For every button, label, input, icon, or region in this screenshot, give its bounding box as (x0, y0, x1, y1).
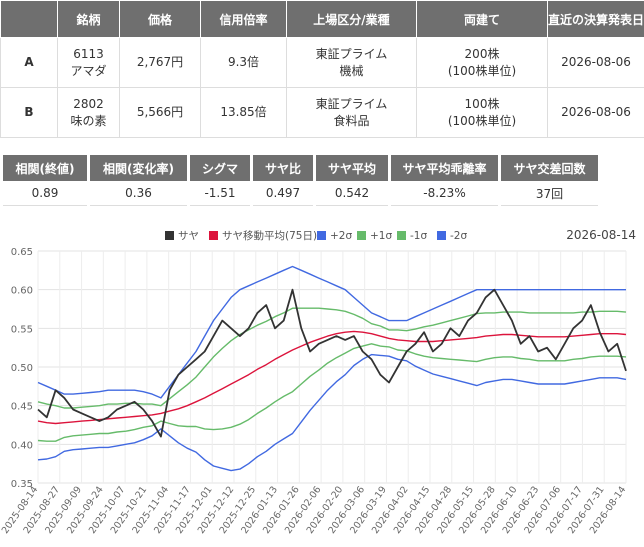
legend-swatch (209, 231, 218, 240)
stat-sigma: -1.51 (187, 181, 253, 206)
legend-label: +2σ (330, 230, 352, 242)
industry-name: 食料品 (333, 113, 370, 128)
stock-name: アマダ (70, 63, 107, 78)
stock-code: 6113 (73, 46, 104, 61)
market-name: 東証プライム (315, 96, 388, 111)
header-margin-ratio: 信用倍率 (200, 0, 287, 38)
row-label: B (0, 87, 58, 138)
header-label (0, 0, 58, 38)
chart-legend: サヤ サヤ移動平均(75日) +2σ +1σ -1σ -2σ (165, 229, 467, 242)
earnings-date-cell: 2026-08-06 (547, 37, 644, 88)
stats-header-row: 相関(終値) 相関(変化率) シグマ サヤ比 サヤ平均 サヤ平均乖離率 サヤ交差… (0, 155, 601, 181)
hedge-unit: (100株単位) (447, 63, 517, 78)
hedge-qty: 200株 (464, 46, 500, 61)
y-tick-label: 0.50 (11, 363, 33, 374)
y-tick-label: 0.65 (11, 247, 33, 258)
legend-label: +1σ (370, 230, 392, 242)
chart-series (37, 265, 627, 472)
legend-label: サヤ移動平均(75日) (222, 229, 317, 242)
earnings-date-cell: 2026-08-06 (547, 87, 644, 138)
legend-swatch (357, 231, 366, 240)
header-market: 上場区分/業種 (286, 0, 417, 38)
hedge-qty: 100株 (464, 96, 500, 111)
legend-label: サヤ (178, 230, 199, 242)
series-line-3 (37, 307, 627, 409)
stat-header-spread-deviation: サヤ平均乖離率 (388, 155, 501, 181)
stats-table: 相関(終値) 相関(変化率) シグマ サヤ比 サヤ平均 サヤ平均乖離率 サヤ交差… (0, 155, 601, 206)
hedge-cell: 200株 (100株単位) (416, 37, 548, 88)
legend-swatch (397, 231, 406, 240)
hedge-unit: (100株単位) (447, 113, 517, 128)
stat-spread-deviation: -8.23% (388, 181, 501, 206)
y-tick-label: 0.40 (11, 440, 33, 451)
series-line-1 (37, 330, 627, 425)
stock-table-header-row: 銘柄 価格 信用倍率 上場区分/業種 両建て 直近の決算発表日 (0, 0, 644, 38)
chart-date-label: 2026-08-14 (566, 228, 636, 242)
stat-header-corr-close: 相関(終値) (0, 155, 90, 181)
header-earnings-date: 直近の決算発表日 (547, 0, 644, 38)
stat-cross-count: 37回 (498, 181, 601, 206)
stock-name-cell[interactable]: 2802 味の素 (57, 87, 120, 138)
y-axis: 0.650.600.550.500.450.400.35 (11, 247, 33, 490)
price-cell: 2,767円 (119, 37, 201, 88)
header-price: 価格 (119, 0, 201, 38)
margin-ratio-cell: 13.85倍 (200, 87, 287, 138)
stat-header-corr-change: 相関(変化率) (87, 155, 190, 181)
stat-header-sigma: シグマ (187, 155, 253, 181)
series-line-2 (37, 265, 626, 399)
header-name: 銘柄 (57, 0, 120, 38)
market-cell: 東証プライム 機械 (286, 37, 417, 88)
stat-header-cross-count: サヤ交差回数 (498, 155, 601, 181)
series-line-4 (37, 343, 627, 442)
stat-corr-close: 0.89 (0, 181, 90, 206)
spread-chart: 2026-08-14 サヤ サヤ移動平均(75日) +2σ +1σ -1σ -2σ 0.6… (0, 228, 636, 536)
stat-spread-ratio: 0.497 (250, 181, 316, 206)
legend-swatch (165, 231, 174, 240)
stats-value-row: 0.89 0.36 -1.51 0.497 0.542 -8.23% 37回 (0, 181, 601, 206)
chart-grid (37, 250, 627, 484)
header-hedge: 両建て (416, 0, 548, 38)
legend-label: -1σ (410, 230, 427, 242)
table-row: A 6113 アマダ 2,767円 9.3倍 東証プライム 機械 200株 (100株… (0, 37, 644, 88)
legend-swatch (317, 231, 326, 240)
market-name: 東証プライム (315, 46, 388, 61)
stock-name-cell[interactable]: 6113 アマダ (57, 37, 120, 88)
legend-swatch (437, 231, 446, 240)
series-line-0 (37, 288, 627, 438)
y-tick-label: 0.60 (11, 286, 33, 297)
price-cell: 5,566円 (119, 87, 201, 138)
industry-name: 機械 (339, 63, 364, 78)
table-row: B 2802 味の素 5,566円 13.85倍 東証プライム 食料品 100株 (1… (0, 87, 644, 138)
stat-header-spread-mean: サヤ平均 (313, 155, 391, 181)
x-axis: 2025-08-142025-08-272025-09-092025-09-24… (0, 484, 628, 536)
stock-comparison-table: 銘柄 価格 信用倍率 上場区分/業種 両建て 直近の決算発表日 A 6113 アマ… (0, 0, 644, 138)
stat-corr-change: 0.36 (87, 181, 190, 206)
legend-label: -2σ (450, 230, 467, 242)
stock-name: 味の素 (70, 113, 107, 128)
row-label: A (0, 37, 58, 88)
margin-ratio-cell: 9.3倍 (200, 37, 287, 88)
hedge-cell: 100株 (100株単位) (416, 87, 548, 138)
stock-code: 2802 (73, 96, 104, 111)
market-cell: 東証プライム 食料品 (286, 87, 417, 138)
y-tick-label: 0.45 (11, 402, 33, 413)
stat-spread-mean: 0.542 (313, 181, 391, 206)
series-line-5 (37, 353, 627, 472)
stat-header-spread-ratio: サヤ比 (250, 155, 316, 181)
y-tick-label: 0.55 (11, 324, 33, 335)
